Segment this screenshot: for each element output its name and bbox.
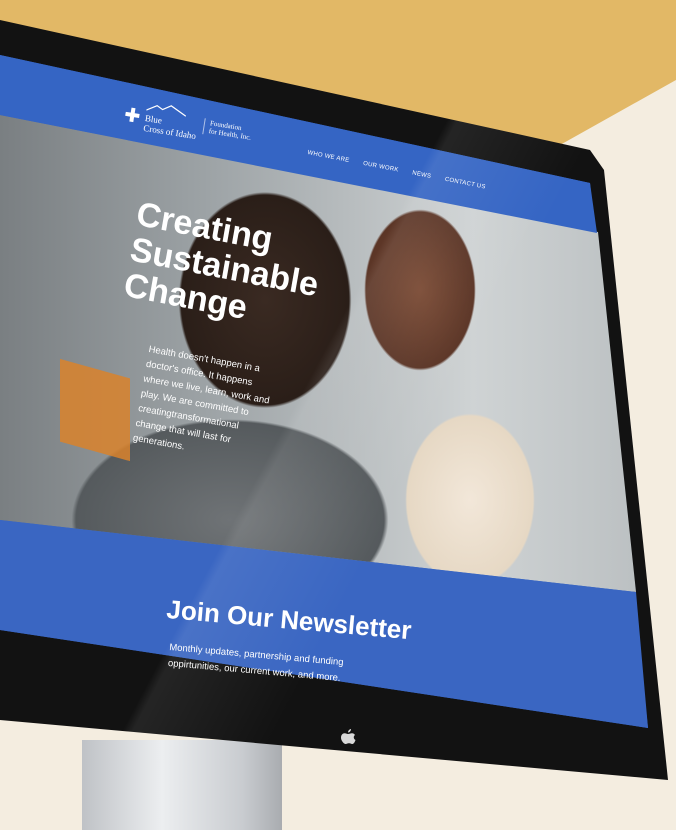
monitor: Blue Cross of Idaho Foundation for Healt… <box>0 0 676 817</box>
hero-body-text: Health doesn't happen in a doctor's offi… <box>132 343 271 453</box>
cross-icon <box>124 107 140 123</box>
hero-photo-background-art <box>60 359 130 461</box>
apple-icon <box>341 729 356 744</box>
